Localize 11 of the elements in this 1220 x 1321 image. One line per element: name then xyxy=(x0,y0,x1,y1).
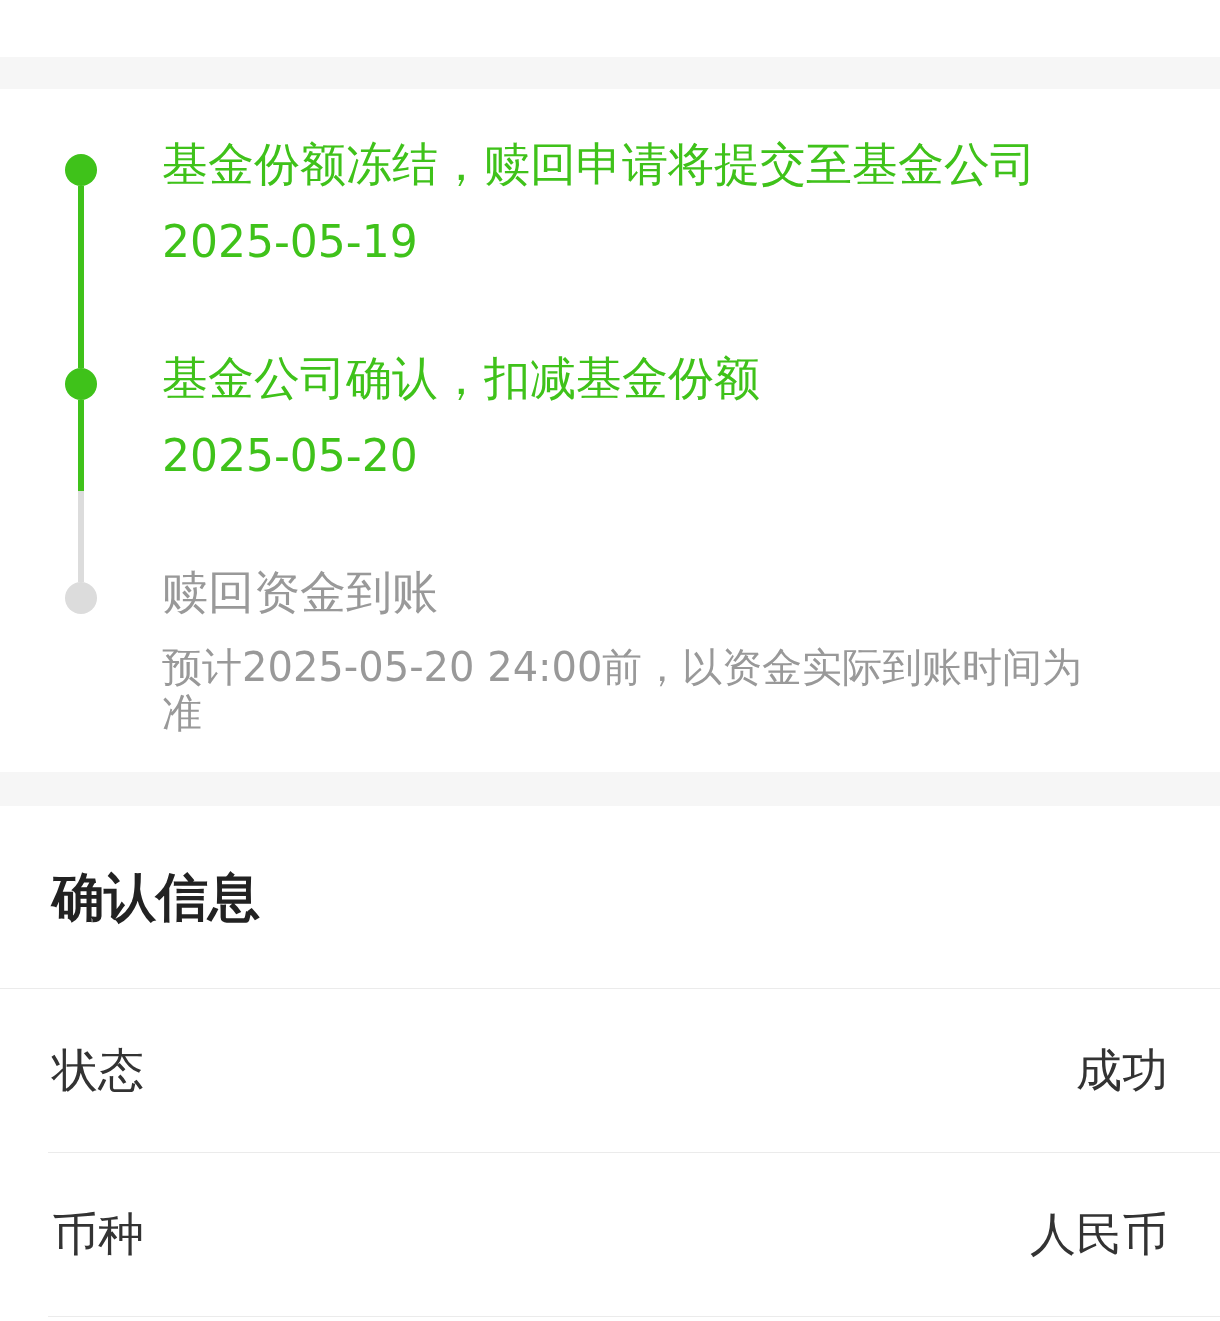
step-date: 2025-05-19 xyxy=(162,215,419,269)
step-title: 基金公司确认，扣减基金份额 xyxy=(162,350,760,407)
step-date: 2025-05-20 xyxy=(162,429,419,483)
info-label: 币种 xyxy=(52,1206,144,1263)
section-title: 确认信息 xyxy=(52,866,260,929)
step-title: 基金份额冻结，赎回申请将提交至基金公司 xyxy=(162,136,1036,193)
info-label: 状态 xyxy=(52,1042,144,1099)
info-value: 成功 xyxy=(1076,1042,1168,1099)
info-value: 人民币 xyxy=(1030,1206,1168,1263)
step-title: 赎回资金到账 xyxy=(162,564,439,621)
step-note: 预计2025-05-20 24:00前，以资金实际到账时间为准 xyxy=(162,644,1084,736)
